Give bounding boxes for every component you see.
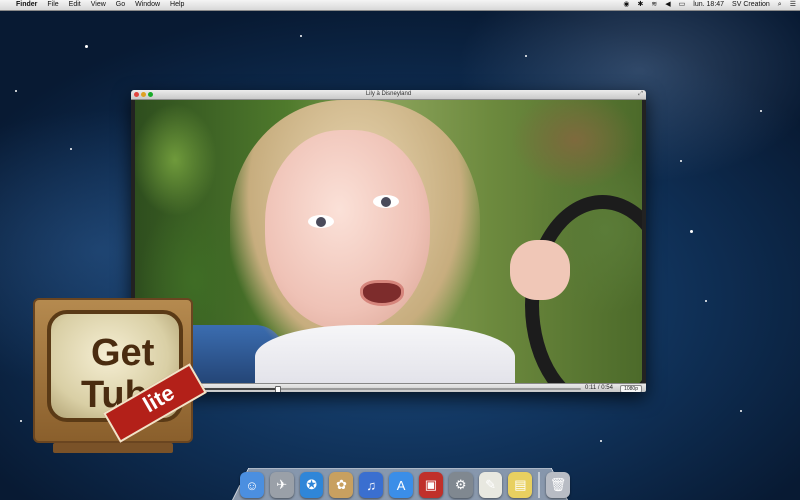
gettube-status-icon[interactable]: ◉ (619, 0, 633, 10)
gettube-lite-icon[interactable]: Get Tube lite (33, 298, 207, 453)
menu-view[interactable]: View (86, 0, 111, 10)
wifi-icon[interactable]: ≋ (647, 0, 661, 10)
menu-window[interactable]: Window (130, 0, 165, 10)
playback-controls: ◀) 0:11 / 0:54 1080p (131, 383, 646, 392)
tv-cabinet: Get Tube lite (33, 298, 207, 443)
child-face (265, 130, 430, 330)
menu-help[interactable]: Help (165, 0, 189, 10)
itunes-icon[interactable]: ♫ (359, 472, 384, 498)
time-display: 0:11 / 0:54 (585, 385, 613, 391)
playhead[interactable] (275, 386, 281, 392)
dock-items: ☺ ✈ ✪ ✿ ♫ A ▣ ⚙ ✎ ▤ 🗑 (240, 464, 570, 498)
menu-file[interactable]: File (42, 0, 63, 10)
child-eye-left (308, 215, 334, 228)
video-frame[interactable] (135, 100, 642, 383)
child-hand (510, 240, 570, 300)
trash-icon[interactable]: 🗑 (546, 472, 570, 498)
quality-selector[interactable]: 1080p (620, 385, 642, 392)
fullscreen-icon[interactable]: ⤢ (638, 90, 643, 99)
bluetooth-icon[interactable]: ✱ (634, 0, 648, 10)
minimize-button[interactable] (141, 92, 146, 97)
tv-knobs (53, 443, 173, 453)
menu-finder[interactable]: Finder (11, 0, 42, 10)
user-menu[interactable]: SV Creation (728, 0, 774, 10)
photos-icon[interactable]: ✿ (329, 472, 354, 498)
menu-bar: Finder File Edit View Go Window Help ◉ ✱… (0, 0, 800, 11)
window-titlebar[interactable]: Lily à Disneyland ⤢ (131, 90, 646, 100)
zoom-button[interactable] (148, 92, 153, 97)
textedit-icon[interactable]: ✎ (478, 472, 503, 498)
menu-edit[interactable]: Edit (64, 0, 86, 10)
close-button[interactable] (134, 92, 139, 97)
finder-icon[interactable]: ☺ (240, 472, 264, 498)
volume-icon[interactable]: ◀ (661, 0, 674, 10)
launchpad-icon[interactable]: ✈ (269, 472, 294, 498)
window-title: Lily à Disneyland (365, 91, 412, 97)
menu-go[interactable]: Go (111, 0, 130, 10)
stickies-icon[interactable]: ▤ (508, 472, 533, 498)
child-eye-right (373, 195, 399, 208)
progress-track[interactable] (201, 386, 581, 392)
child-mouth (360, 280, 404, 306)
status-area: ◉ ✱ ≋ ◀ ▭ lun. 18:47 SV Creation ⌕ ☰ (619, 0, 800, 10)
dock-separator (538, 472, 541, 498)
clock[interactable]: lun. 18:47 (689, 0, 728, 10)
tv-word-get: Get (91, 332, 155, 374)
app-store-icon[interactable]: A (389, 472, 413, 498)
notification-center-icon[interactable]: ☰ (786, 0, 800, 10)
child-shirt (255, 325, 515, 383)
spotlight-icon[interactable]: ⌕ (774, 0, 786, 10)
safari-icon[interactable]: ✪ (299, 472, 324, 498)
photo-booth-icon[interactable]: ▣ (418, 472, 443, 498)
battery-icon[interactable]: ▭ (675, 0, 690, 10)
video-player-window: Lily à Disneyland ⤢ ◀) 0:11 / 0:54 1080p (131, 90, 646, 392)
progress-fill (201, 388, 277, 390)
system-preferences-icon[interactable]: ⚙ (448, 472, 473, 498)
